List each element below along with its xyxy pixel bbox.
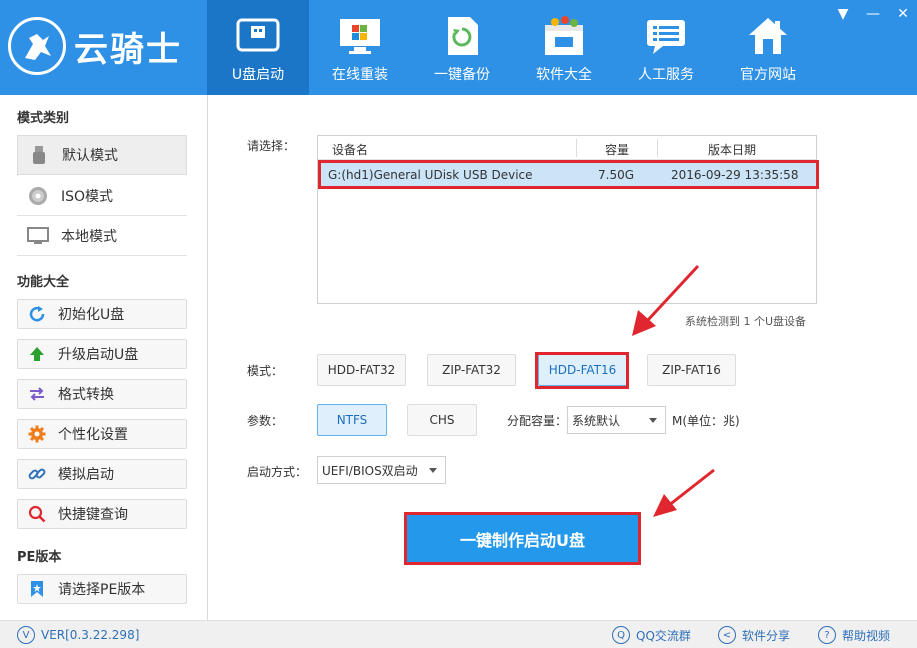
nav-online-reinstall[interactable]: 在线重装 [309,0,411,95]
nav-official-site[interactable]: 官方网站 [717,0,819,95]
simulate-boot-button[interactable]: 模拟启动 [17,459,187,489]
share-icon: < [718,626,736,644]
upgrade-boot-usb-button[interactable]: 升级启动U盘 [17,339,187,369]
alloc-select[interactable]: 系统默认 [567,406,666,434]
swap-icon [28,385,46,403]
close-button[interactable]: ✕ [895,6,911,22]
alloc-unit-label: M(单位：兆) [672,414,740,428]
usb-drive-icon [234,14,282,58]
col-capacity: 容量 [605,143,630,157]
mode-hdd-fat32[interactable]: HDD-FAT32 [317,354,406,386]
go-button-highlight-box [404,512,641,565]
sidebar: 模式类别 默认模式 ISO模式 本地模式 功能大全 初始化U盘 升级启动U盘 格… [0,95,208,620]
disc-icon [27,185,49,207]
link-icon [28,465,46,483]
mode-label: 模式： [247,364,284,378]
mode-default[interactable]: 默认模式 [17,135,187,175]
format-convert-button[interactable]: 格式转换 [17,379,187,409]
search-icon [28,505,46,523]
boot-mode-select[interactable]: UEFI/BIOS双启动 [317,456,446,484]
chevron-down-icon: V [17,626,35,644]
monitor-icon [27,225,49,247]
nav-one-click-backup[interactable]: 一键备份 [411,0,513,95]
top-nav: U盘启动 在线重装 一键备份 软件大全 人工服务 官方网站 [207,0,819,95]
help-video-link[interactable]: ? 帮助视频 [818,626,890,644]
minimize-button[interactable]: ▼ [835,6,851,22]
mode-local[interactable]: 本地模式 [17,216,187,256]
software-box-icon [540,14,588,58]
share-link[interactable]: < 软件分享 [718,626,790,644]
personalize-button[interactable]: 个性化设置 [17,419,187,449]
col-separator [657,139,658,157]
refresh-icon [28,305,46,323]
nav-usb-boot[interactable]: U盘启动 [207,0,309,95]
status-footer: V VER[0.3.22.298] Q QQ交流群 < 软件分享 ? 帮助视频 [0,620,917,648]
chat-service-icon [642,14,690,58]
hotkey-query-button[interactable]: 快捷键查询 [17,499,187,529]
app-logo: 云骑士 [8,14,182,78]
mode-iso[interactable]: ISO模式 [17,176,187,216]
mode-zip-fat16[interactable]: ZIP-FAT16 [647,354,736,386]
window-controls: ▼ — ✕ [835,6,911,22]
nav-software-center[interactable]: 软件大全 [513,0,615,95]
usb-stick-icon [28,144,50,166]
minimize-dash-button[interactable]: — [865,6,881,22]
col-version-date: 版本日期 [708,143,757,157]
pe-version-title: PE版本 [17,550,62,565]
backup-icon [438,14,486,58]
detect-status-text: 系统检测到 1 个U盘设备 [685,315,807,328]
mode-zip-fat32[interactable]: ZIP-FAT32 [427,354,516,386]
qq-icon: Q [612,626,630,644]
functions-title: 功能大全 [17,275,70,290]
col-device-name: 设备名 [332,143,369,157]
select-device-label: 请选择： [247,139,296,153]
help-icon: ? [818,626,836,644]
knight-logo-icon [8,17,66,75]
monitor-windows-icon [336,14,384,58]
bookmark-icon [28,580,46,598]
chevron-down-icon [649,418,657,423]
boot-mode-label: 启动方式： [247,465,308,479]
home-icon [744,14,792,58]
pointer-arrow-icon [653,468,715,517]
table-header: 设备名 容量 版本日期 [318,136,816,160]
version-info: V VER[0.3.22.298] [17,626,139,644]
param-ntfs[interactable]: NTFS [317,404,387,436]
device-highlight-box [318,160,819,189]
nav-human-service[interactable]: 人工服务 [615,0,717,95]
pointer-arrow-icon [632,264,700,336]
app-name: 云骑士 [74,29,182,70]
mode-category-title: 模式类别 [17,111,70,126]
param-chs[interactable]: CHS [407,404,477,436]
mode-highlight-box [535,352,629,389]
param-label: 参数： [247,414,284,428]
col-separator [576,139,577,157]
init-usb-button[interactable]: 初始化U盘 [17,299,187,329]
up-arrow-icon [28,345,46,363]
chevron-down-icon [429,468,437,473]
alloc-label: 分配容量： [507,414,568,428]
gear-icon [28,425,46,443]
app-header: 云骑士 U盘启动 在线重装 一键备份 软件大全 人工服务 官方网站 ▼ — ✕ [0,0,917,95]
qq-group-link[interactable]: Q QQ交流群 [612,626,691,644]
select-pe-version-button[interactable]: 请选择PE版本 [17,574,187,604]
